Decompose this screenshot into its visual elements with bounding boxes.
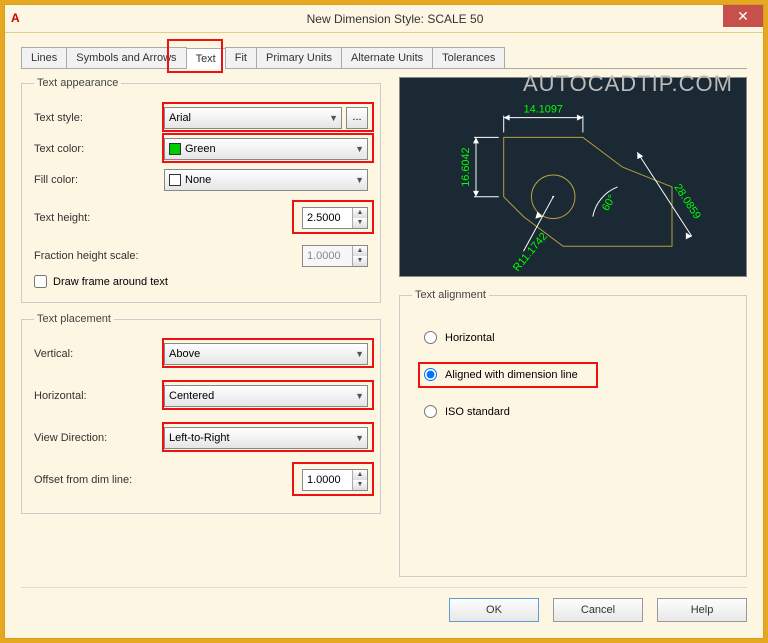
label-text-color: Text color: — [34, 143, 164, 155]
spin-down-icon: ▼ — [353, 256, 367, 266]
chevron-down-icon: ▼ — [355, 391, 364, 401]
spin-down-icon[interactable]: ▼ — [353, 480, 367, 490]
label-view-direction: View Direction: — [34, 432, 164, 444]
spin-up-icon[interactable]: ▲ — [353, 208, 367, 218]
close-button[interactable]: ✕ — [723, 5, 763, 27]
preview-dim-angle: 60° — [600, 193, 619, 213]
browse-style-button[interactable]: ... — [346, 107, 368, 129]
chevron-down-icon: ▼ — [355, 175, 364, 185]
chevron-down-icon: ▼ — [355, 433, 364, 443]
ok-button[interactable]: OK — [449, 598, 539, 622]
label-align-horizontal: Horizontal — [445, 332, 495, 344]
spin-up-icon: ▲ — [353, 246, 367, 256]
checkbox-draw-frame[interactable] — [34, 275, 47, 288]
preview-dim-left: 16.6042 — [460, 147, 472, 186]
color-swatch-green — [169, 143, 181, 155]
preview-dim-radius: R11.1742 — [511, 231, 550, 274]
titlebar: A New Dimension Style: SCALE 50 ✕ — [5, 5, 763, 33]
tab-strip: Lines Symbols and Arrows Text Fit Primar… — [21, 47, 747, 69]
spinner-fraction-height: 1.0000 ▲▼ — [302, 245, 368, 267]
select-horizontal[interactable]: Centered ▼ — [164, 385, 368, 407]
dimension-preview: 14.1097 16.6042 28.0859 60° R11.1742 — [399, 77, 747, 277]
label-text-style: Text style: — [34, 112, 164, 124]
color-swatch-none — [169, 174, 181, 186]
tab-primary-units[interactable]: Primary Units — [256, 47, 342, 68]
label-vertical: Vertical: — [34, 348, 164, 360]
help-button[interactable]: Help — [657, 598, 747, 622]
select-text-style-value: Arial — [169, 112, 191, 124]
cancel-button[interactable]: Cancel — [553, 598, 643, 622]
select-horizontal-value: Centered — [169, 390, 214, 402]
spin-up-icon[interactable]: ▲ — [353, 470, 367, 480]
tab-symbols-arrows[interactable]: Symbols and Arrows — [66, 47, 186, 68]
group-text-appearance: Text appearance Text style: Arial ▼ ... … — [21, 77, 381, 303]
radio-horizontal[interactable] — [424, 331, 437, 344]
tab-tolerances[interactable]: Tolerances — [432, 47, 505, 68]
select-vertical[interactable]: Above ▼ — [164, 343, 368, 365]
spinner-text-height-value: 2.5000 — [307, 212, 341, 224]
window-title: New Dimension Style: SCALE 50 — [27, 12, 763, 26]
radio-aligned[interactable] — [424, 368, 437, 381]
preview-dim-top: 14.1097 — [524, 104, 563, 116]
select-text-color[interactable]: Green ▼ — [164, 138, 368, 160]
legend-appearance: Text appearance — [34, 77, 121, 89]
label-fill-color: Fill color: — [34, 174, 164, 186]
chevron-down-icon: ▼ — [329, 113, 338, 123]
tab-lines[interactable]: Lines — [21, 47, 67, 68]
group-text-alignment: Text alignment Horizontal Aligned with d… — [399, 289, 747, 577]
group-text-placement: Text placement Vertical: Above ▼ Horizon… — [21, 313, 381, 514]
spin-down-icon[interactable]: ▼ — [353, 218, 367, 228]
label-offset: Offset from dim line: — [34, 474, 164, 486]
spinner-offset-value: 1.0000 — [307, 474, 341, 486]
dialog-footer: OK Cancel Help — [21, 587, 747, 628]
label-text-height: Text height: — [34, 212, 164, 224]
select-fill-color-value: None — [185, 174, 211, 186]
select-text-color-value: Green — [185, 143, 216, 155]
tab-text[interactable]: Text — [186, 48, 226, 69]
legend-alignment: Text alignment — [412, 289, 489, 301]
chevron-down-icon: ▼ — [355, 144, 364, 154]
select-view-direction[interactable]: Left-to-Right ▼ — [164, 427, 368, 449]
radio-iso[interactable] — [424, 405, 437, 418]
label-align-iso: ISO standard — [445, 406, 510, 418]
preview-dim-right: 28.0859 — [671, 182, 702, 222]
label-draw-frame: Draw frame around text — [53, 276, 168, 288]
select-fill-color[interactable]: None ▼ — [164, 169, 368, 191]
select-vertical-value: Above — [169, 348, 200, 360]
app-icon: A — [11, 11, 27, 27]
select-view-direction-value: Left-to-Right — [169, 432, 230, 444]
spinner-offset[interactable]: 1.0000 ▲▼ — [302, 469, 368, 491]
legend-placement: Text placement — [34, 313, 114, 325]
tab-fit[interactable]: Fit — [225, 47, 257, 68]
spinner-fraction-height-value: 1.0000 — [307, 250, 341, 262]
label-fraction-height: Fraction height scale: — [34, 250, 164, 262]
select-text-style[interactable]: Arial ▼ — [164, 107, 342, 129]
label-horizontal: Horizontal: — [34, 390, 164, 402]
watermark: AUTOCADTIP.COM — [523, 71, 733, 97]
spinner-text-height[interactable]: 2.5000 ▲▼ — [302, 207, 368, 229]
chevron-down-icon: ▼ — [355, 349, 364, 359]
label-align-aligned: Aligned with dimension line — [445, 369, 578, 381]
tab-alternate-units[interactable]: Alternate Units — [341, 47, 433, 68]
